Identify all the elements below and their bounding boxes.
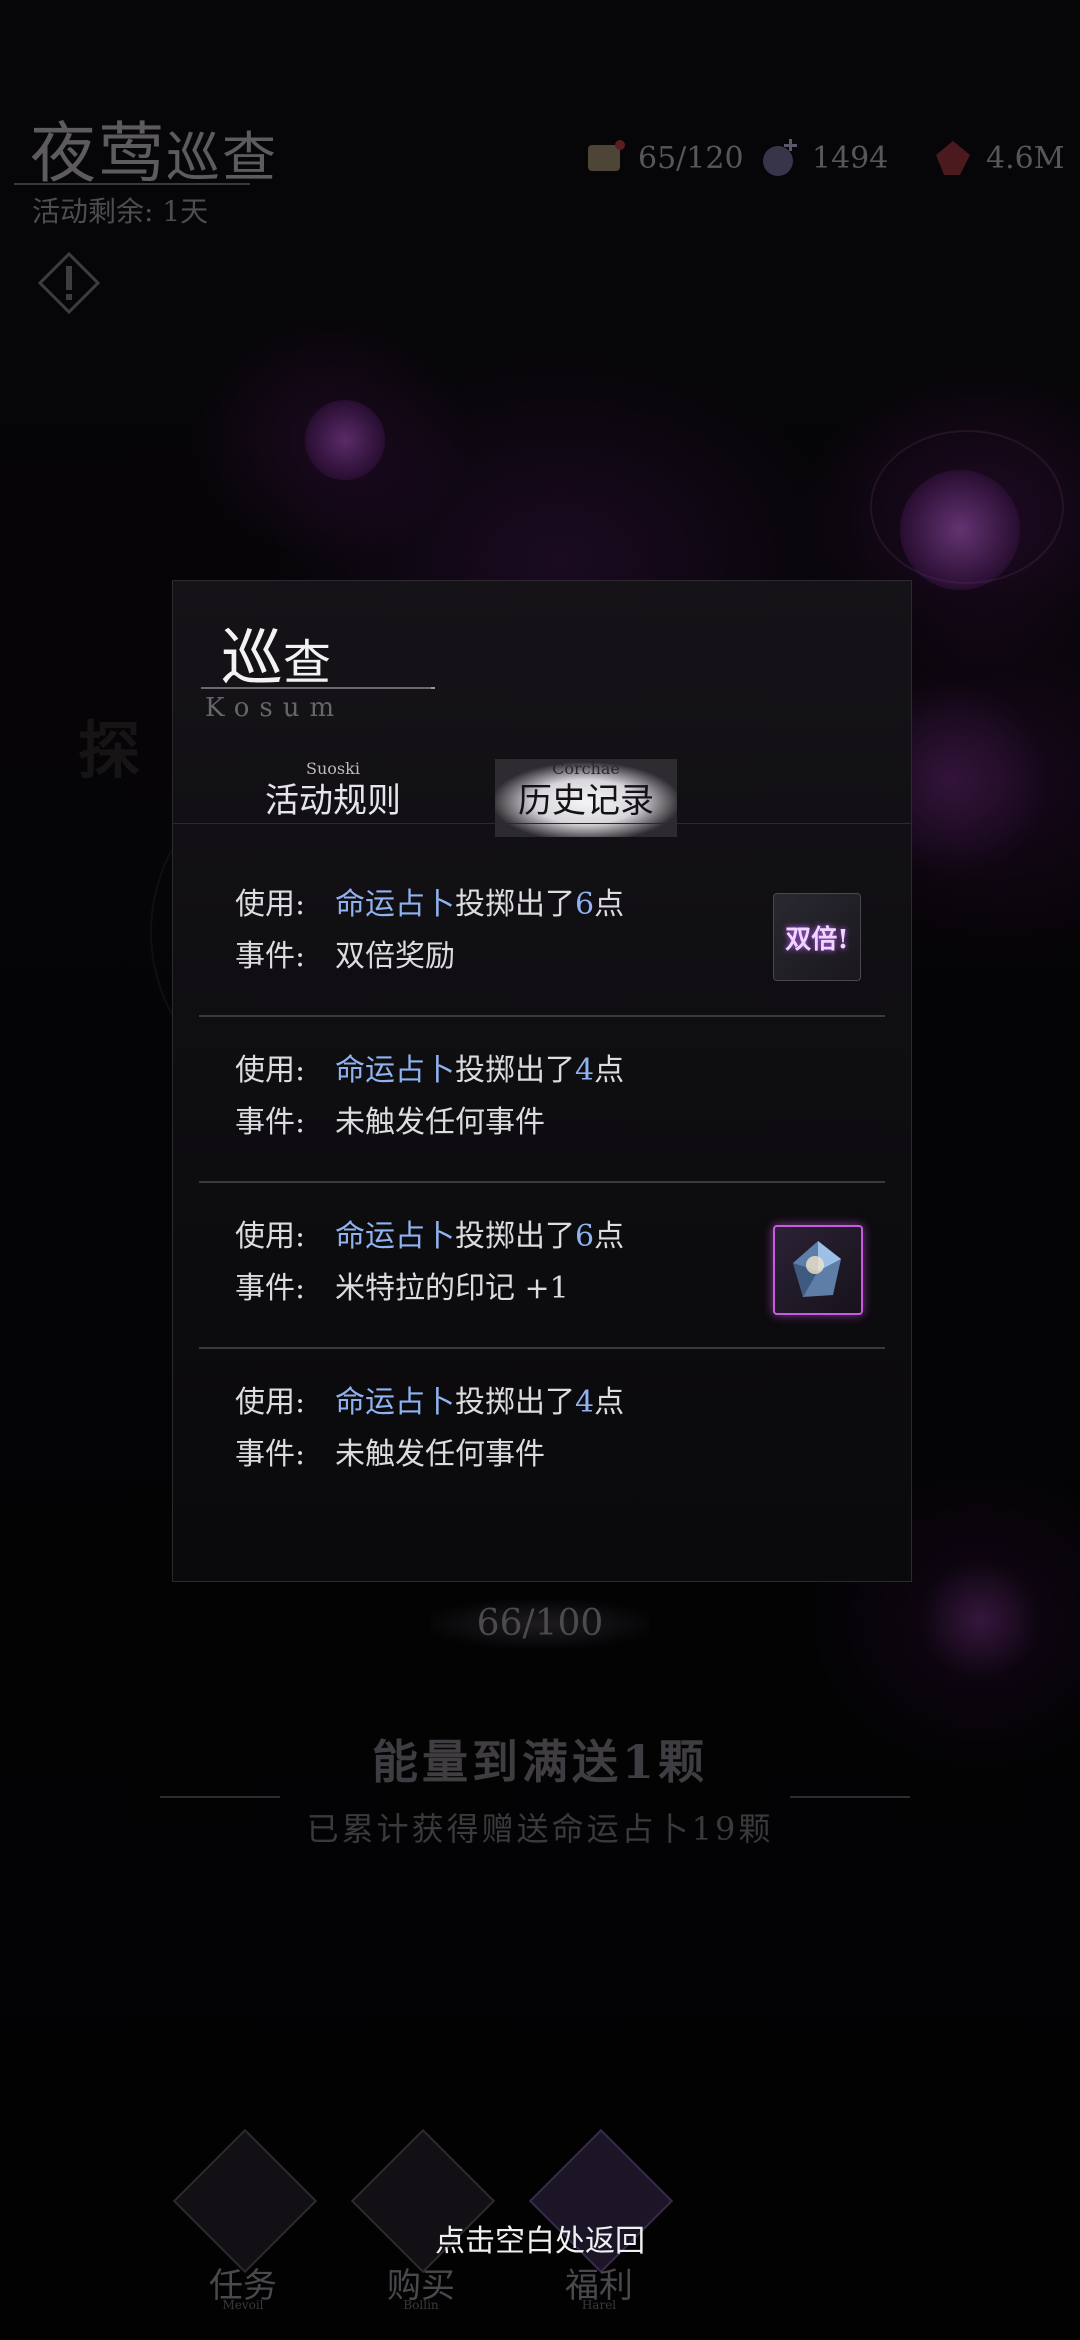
- divider-right: [790, 1796, 910, 1798]
- resource-crystal[interactable]: 1494: [756, 136, 888, 180]
- tabs-divider: [173, 823, 911, 824]
- energy-full-gift-text: 能量到满送1颗: [371, 1735, 708, 1789]
- title-divider: [201, 687, 431, 689]
- mark-card-icon[interactable]: [773, 1225, 863, 1315]
- record-event-line: 事件: 双倍奖励: [235, 939, 455, 974]
- item-name: 命运占卜: [335, 887, 455, 922]
- roll-value: 4: [575, 1385, 595, 1420]
- remaining-time: 活动剩余: 1天: [32, 195, 209, 228]
- record-use-line: 使用: 命运占卜投掷出了6点: [235, 1219, 625, 1254]
- crystal-card-icon: [793, 1241, 841, 1297]
- tab-activity-rules[interactable]: Suoski 活动规则: [233, 759, 433, 837]
- dialog-tabs: Suoski 活动规则 Corchae 历史记录: [173, 759, 911, 837]
- resource-stamina[interactable]: 65/120: [582, 136, 744, 180]
- item-name: 命运占卜: [335, 1219, 455, 1254]
- inspection-dialog: 巡查 Kosum Suoski 活动规则 Corchae 历史记录 使用: 命运占…: [172, 580, 912, 1582]
- roll-value: 4: [575, 1053, 595, 1088]
- title-divider-accent: [431, 687, 435, 689]
- tap-to-return-hint: 点击空白处返回: [435, 2224, 645, 2259]
- energy-progress: 66/100: [430, 1600, 650, 1648]
- dialog-title: 巡查: [221, 621, 332, 694]
- roll-value: 6: [575, 1219, 595, 1254]
- title-underline: [14, 183, 250, 185]
- total-gifted-text: 已累计获得赠送命运占卜19颗: [306, 1810, 774, 1848]
- resource-gem[interactable]: 4.6M: [930, 136, 1064, 180]
- dialog-subtitle: Kosum: [205, 693, 345, 723]
- history-record: 使用: 命运占卜投掷出了4点 事件: 未触发任何事件: [199, 1017, 885, 1183]
- history-record: 使用: 命运占卜投掷出了6点 事件: 米特拉的印记 +1: [199, 1183, 885, 1349]
- record-use-line: 使用: 命运占卜投掷出了6点: [235, 887, 625, 922]
- info-alert-icon[interactable]: [38, 252, 100, 314]
- history-record: 使用: 命运占卜投掷出了4点 事件: 未触发任何事件: [199, 1349, 885, 1515]
- roll-value: 6: [575, 887, 595, 922]
- divider-left: [160, 1796, 280, 1798]
- double-reward-icon[interactable]: 双倍!: [773, 893, 861, 981]
- record-event-line: 事件: 未触发任何事件: [235, 1105, 545, 1140]
- item-name: 命运占卜: [335, 1385, 455, 1420]
- record-event-line: 事件: 米特拉的印记 +1: [235, 1271, 569, 1306]
- record-use-line: 使用: 命运占卜投掷出了4点: [235, 1385, 625, 1420]
- red-gem-icon: [936, 141, 970, 175]
- tab-history[interactable]: Corchae 历史记录: [495, 759, 677, 837]
- crystal-plus-icon: [763, 139, 797, 176]
- stamina-scroll-icon: [588, 140, 625, 171]
- record-use-line: 使用: 命运占卜投掷出了4点: [235, 1053, 625, 1088]
- history-record: 使用: 命运占卜投掷出了6点 事件: 双倍奖励 双倍!: [199, 851, 885, 1017]
- record-event-line: 事件: 未触发任何事件: [235, 1437, 545, 1472]
- event-title: 夜莺巡查: [30, 115, 278, 192]
- item-name: 命运占卜: [335, 1053, 455, 1088]
